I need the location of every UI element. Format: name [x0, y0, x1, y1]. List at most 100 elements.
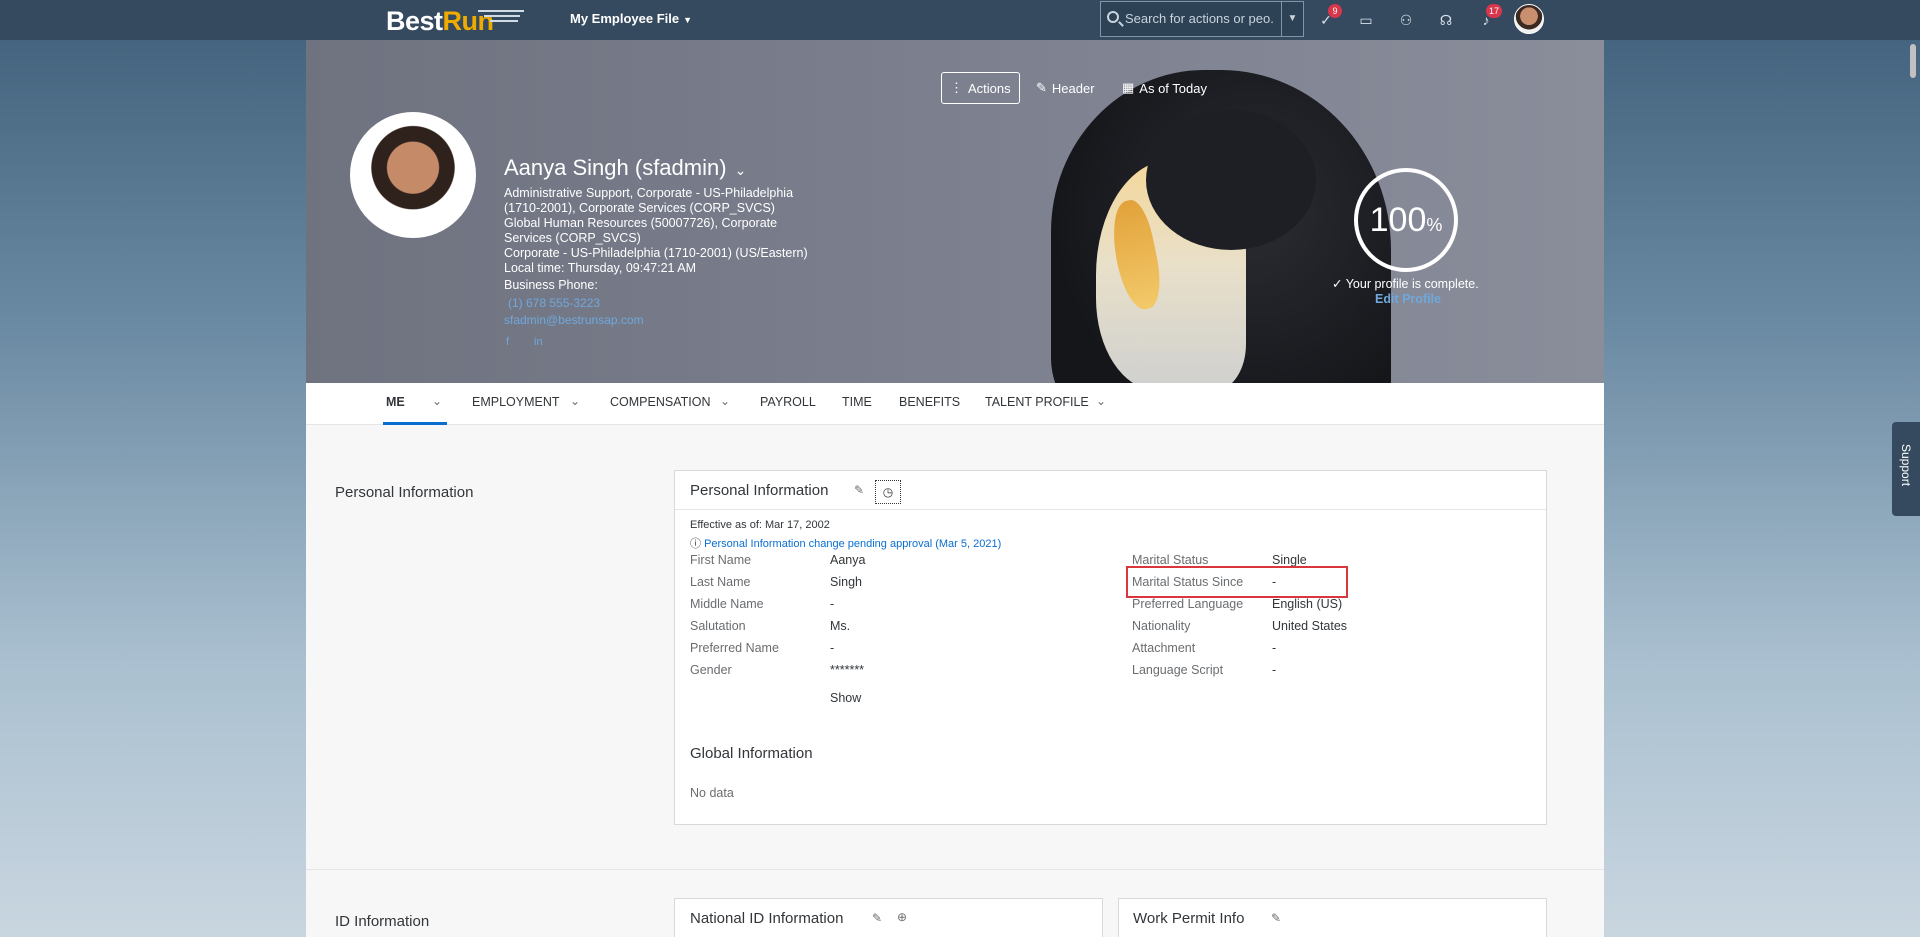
- highlight-box: [1126, 566, 1348, 598]
- active-tab-indicator: [383, 422, 447, 425]
- percent-sign: %: [1426, 215, 1443, 235]
- user-avatar[interactable]: [1514, 4, 1544, 34]
- card-divider: [675, 509, 1546, 510]
- checkmark-icon: ✓: [1332, 277, 1343, 291]
- tab-benefits[interactable]: BENEFITS: [899, 395, 960, 409]
- caret-down-icon: ▼: [683, 15, 693, 25]
- as-of-date-label: As of Today: [1139, 80, 1207, 96]
- section-tabs: ME ⌄ EMPLOYMENT ⌄ COMPENSATION ⌄ PAYROLL…: [306, 383, 1604, 425]
- notifications-badge: 17: [1485, 4, 1502, 18]
- employee-local-time: Local time: Thursday, 09:47:21 AM: [504, 261, 697, 275]
- header-edit-label: Header: [1051, 80, 1095, 96]
- profile-completion-value: 100: [1369, 201, 1427, 239]
- field-value: -: [830, 641, 835, 655]
- as-of-date-button[interactable]: ▦ As of Today: [1114, 72, 1215, 104]
- employee-detail-line: Global Human Resources (50007726), Corpo…: [504, 216, 778, 230]
- field-value: Ms.: [830, 619, 851, 633]
- tab-talent-profile-chevron-icon[interactable]: ⌄: [1096, 394, 1106, 408]
- field-label: First Name: [690, 553, 752, 567]
- tab-compensation[interactable]: COMPENSATION: [610, 395, 710, 409]
- tab-time[interactable]: TIME: [842, 395, 872, 409]
- field-value: Aanya: [830, 553, 866, 567]
- tab-employment[interactable]: EMPLOYMENT: [472, 395, 560, 409]
- tab-payroll[interactable]: PAYROLL: [760, 395, 816, 409]
- work-permit-card: Work Permit Info ✎: [1118, 898, 1547, 937]
- actions-label: Actions: [968, 80, 1011, 96]
- field-label: Language Script: [1132, 663, 1224, 677]
- edit-pencil-icon[interactable]: ✎: [854, 483, 864, 497]
- more-vertical-icon: ⋮: [950, 80, 963, 95]
- employee-details: Administrative Support, Corporate - US-P…: [504, 186, 824, 276]
- page-scrollbar[interactable]: [1908, 40, 1920, 937]
- field-value: -: [1272, 663, 1277, 677]
- headset-icon[interactable]: ☊: [1436, 10, 1456, 30]
- info-icon: ⓘ: [690, 538, 701, 550]
- national-id-card: National ID Information ✎ ⊕: [674, 898, 1103, 937]
- business-phone-link[interactable]: (1) 678 555-3223: [508, 296, 600, 310]
- section-divider: [306, 869, 1604, 870]
- tab-talent-profile[interactable]: TALENT PROFILE: [985, 395, 1089, 409]
- edit-pencil-icon[interactable]: ✎: [1271, 911, 1281, 925]
- profile-completion-ring: 100%: [1354, 168, 1458, 272]
- global-search[interactable]: ▼: [1100, 1, 1304, 37]
- global-information-title: Global Information: [690, 745, 813, 762]
- header-image-part: [1146, 110, 1316, 250]
- actions-button[interactable]: ⋮ Actions: [941, 72, 1020, 104]
- field-label: Preferred Language: [1132, 597, 1244, 611]
- field-label: Salutation: [690, 619, 746, 633]
- field-label: Attachment: [1132, 641, 1196, 655]
- scrollbar-thumb[interactable]: [1910, 44, 1916, 78]
- no-data-text: No data: [690, 786, 734, 800]
- employee-detail-line: Services (CORP_SVCS): [504, 231, 641, 245]
- search-input[interactable]: [1125, 11, 1275, 26]
- pending-approval-notice[interactable]: ⓘ Personal Information change pending ap…: [690, 535, 1001, 551]
- card-title: Work Permit Info: [1133, 910, 1245, 927]
- tab-me-chevron-icon[interactable]: ⌄: [432, 394, 442, 408]
- employee-detail-line: (1710-2001), Corporate Services (CORP_SV…: [504, 201, 775, 215]
- show-gender-link[interactable]: Show: [830, 691, 861, 705]
- logo-text-best: Best: [386, 6, 443, 36]
- tab-compensation-chevron-icon[interactable]: ⌄: [720, 394, 730, 408]
- edit-pencil-icon[interactable]: ✎: [872, 911, 882, 925]
- section-title-personal-information: Personal Information: [335, 484, 474, 501]
- employee-detail-line: Administrative Support, Corporate - US-P…: [504, 186, 794, 200]
- chat-icon[interactable]: ▭: [1356, 10, 1376, 30]
- field-value: *******: [830, 663, 865, 677]
- header-edit-button[interactable]: ✎ Header: [1028, 72, 1103, 104]
- chevron-down-icon: ⌄: [734, 162, 747, 178]
- field-label: Nationality: [1132, 619, 1191, 633]
- approvals-icon[interactable]: ✓ 9: [1316, 4, 1342, 30]
- app-title-menu[interactable]: My Employee File ▼: [570, 11, 692, 26]
- edit-profile-link[interactable]: Edit Profile: [1375, 292, 1441, 306]
- field-value: English (US): [1272, 597, 1343, 611]
- profile-photo[interactable]: [350, 112, 476, 238]
- employee-detail-line: Corporate - US-Philadelphia (1710-2001) …: [504, 246, 808, 260]
- profile-complete-text: Your profile is complete.: [1345, 277, 1479, 291]
- history-clock-icon[interactable]: ◷: [875, 480, 901, 504]
- employee-file-page: ⋮ Actions ✎ Header ▦ As of Today Aanya Sing…: [306, 40, 1604, 937]
- field-label: Gender: [690, 663, 732, 677]
- pencil-icon: ✎: [1036, 80, 1047, 95]
- business-phone-label: Business Phone:: [504, 278, 598, 292]
- field-value: United States: [1272, 619, 1348, 633]
- field-label: Marital Status: [1132, 553, 1209, 567]
- personal-information-card: Personal Information ✎ ◷ Effective as of…: [674, 470, 1547, 825]
- employee-name: Aanya Singh (sfadmin): [504, 155, 727, 180]
- card-title: Personal Information: [690, 482, 829, 499]
- linkedin-icon[interactable]: in: [534, 336, 543, 348]
- notifications-icon[interactable]: ♪ 17: [1476, 4, 1502, 30]
- employee-name-menu[interactable]: Aanya Singh (sfadmin) ⌄: [504, 155, 746, 181]
- facebook-icon[interactable]: f: [506, 336, 509, 348]
- tab-employment-chevron-icon[interactable]: ⌄: [570, 394, 580, 408]
- tab-me[interactable]: ME: [386, 395, 405, 409]
- card-title: National ID Information: [690, 910, 844, 927]
- search-scope-dropdown[interactable]: ▼: [1281, 2, 1303, 36]
- field-value: -: [1272, 641, 1277, 655]
- people-icon[interactable]: ⚇: [1396, 10, 1416, 30]
- email-link[interactable]: sfadmin@bestrunsap.com: [504, 313, 644, 327]
- profile-header: ⋮ Actions ✎ Header ▦ As of Today Aanya Sing…: [306, 40, 1604, 383]
- field-value: Single: [1272, 553, 1307, 567]
- add-circle-icon[interactable]: ⊕: [897, 910, 907, 924]
- field-value: Singh: [830, 575, 862, 589]
- pending-approval-link[interactable]: Personal Information change pending appr…: [704, 538, 1001, 550]
